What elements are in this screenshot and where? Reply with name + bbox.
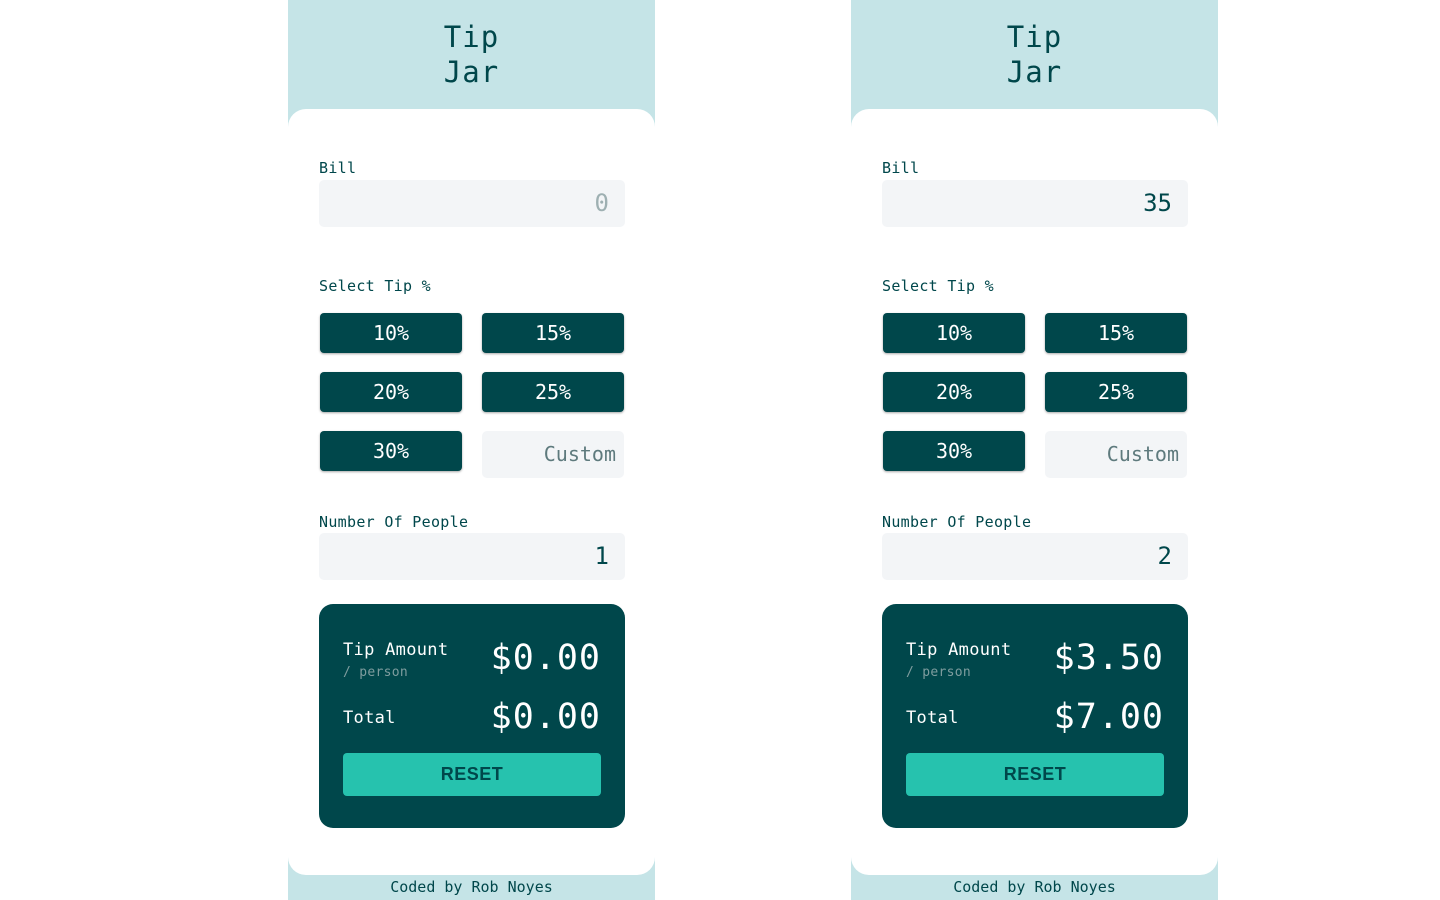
select-tip-label: Select Tip % — [319, 277, 431, 295]
per-person-label: / person — [906, 665, 972, 680]
calculator-card: Bill 35 Select Tip % 10% 15% 20% 25% 30%… — [851, 109, 1218, 875]
bill-label: Bill — [882, 159, 920, 177]
tip-calculator-filled: Tip Jar Bill 35 Select Tip % 10% 15% 20%… — [851, 0, 1218, 900]
logo: Tip Jar — [851, 20, 1218, 90]
results-panel: Tip Amount / person $0.00 Total $0.00 RE… — [319, 604, 625, 828]
bill-input[interactable]: 35 — [882, 180, 1188, 227]
tip-amount-value: $0.00 — [490, 638, 601, 678]
tip-20-button[interactable]: 20% — [883, 372, 1025, 412]
logo-line-1: Tip — [1006, 20, 1063, 54]
results-panel: Tip Amount / person $3.50 Total $7.00 RE… — [882, 604, 1188, 828]
people-input[interactable]: 2 — [882, 533, 1188, 580]
total-value: $7.00 — [1053, 697, 1164, 737]
tip-30-button[interactable]: 30% — [883, 431, 1025, 471]
bill-input[interactable]: 0 — [319, 180, 625, 227]
tip-amount-label: Tip Amount — [906, 640, 1012, 660]
reset-button[interactable]: RESET — [343, 753, 601, 796]
tip-20-button[interactable]: 20% — [320, 372, 462, 412]
attribution-footer: Coded by Rob Noyes — [953, 878, 1116, 896]
custom-tip-input[interactable]: Custom — [1045, 431, 1187, 478]
people-label: Number Of People — [319, 513, 469, 531]
tip-15-button[interactable]: 15% — [1045, 313, 1187, 353]
total-label: Total — [906, 708, 959, 728]
people-label: Number Of People — [882, 513, 1032, 531]
tip-30-button[interactable]: 30% — [320, 431, 462, 471]
tip-10-button[interactable]: 10% — [320, 313, 462, 353]
total-value: $0.00 — [490, 697, 601, 737]
logo-line-2: Jar — [443, 55, 500, 89]
total-label: Total — [343, 708, 396, 728]
select-tip-label: Select Tip % — [882, 277, 994, 295]
logo-line-2: Jar — [1006, 55, 1063, 89]
attribution-footer: Coded by Rob Noyes — [390, 878, 553, 896]
logo-line-1: Tip — [443, 20, 500, 54]
tip-25-button[interactable]: 25% — [1045, 372, 1187, 412]
tip-10-button[interactable]: 10% — [883, 313, 1025, 353]
reset-button[interactable]: RESET — [906, 753, 1164, 796]
custom-tip-input[interactable]: Custom — [482, 431, 624, 478]
bill-label: Bill — [319, 159, 357, 177]
calculator-card: Bill 0 Select Tip % 10% 15% 20% 25% 30% … — [288, 109, 655, 875]
tip-15-button[interactable]: 15% — [482, 313, 624, 353]
people-input[interactable]: 1 — [319, 533, 625, 580]
tip-amount-value: $3.50 — [1053, 638, 1164, 678]
tip-amount-label: Tip Amount — [343, 640, 449, 660]
tip-25-button[interactable]: 25% — [482, 372, 624, 412]
tip-calculator-empty: Tip Jar Bill 0 Select Tip % 10% 15% 20% … — [288, 0, 655, 900]
logo: Tip Jar — [288, 20, 655, 90]
per-person-label: / person — [343, 665, 409, 680]
